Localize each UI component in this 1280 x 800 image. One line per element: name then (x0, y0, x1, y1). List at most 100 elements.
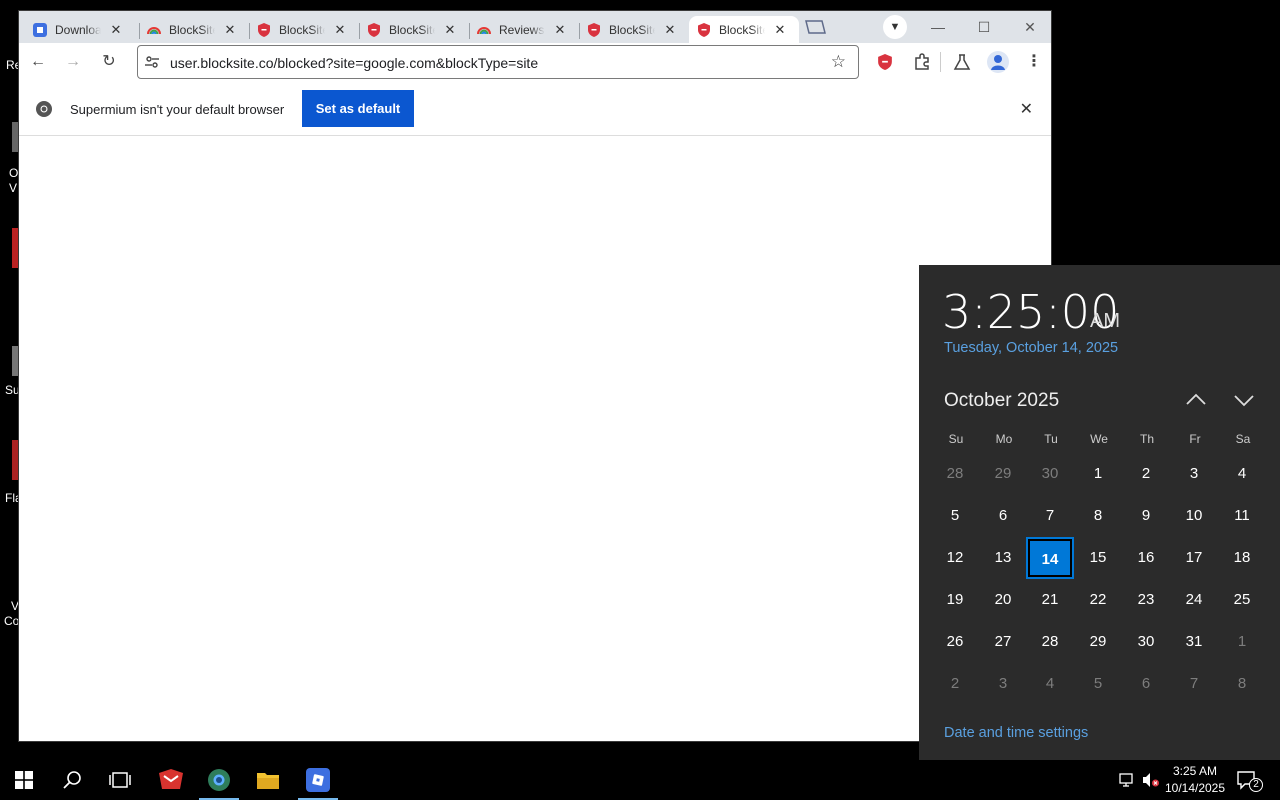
close-icon[interactable]: ✕ (553, 22, 567, 38)
close-icon[interactable]: ✕ (1020, 99, 1033, 119)
address-bar[interactable]: user.blocksite.co/blocked?site=google.co… (137, 45, 859, 79)
calendar-day[interactable]: 7 (1172, 665, 1216, 703)
calendar-day[interactable]: 4 (1220, 455, 1264, 493)
tab-blocksite[interactable]: BlockSite ✕ (359, 16, 469, 43)
puzzle-icon (915, 53, 929, 70)
tray-clock-date[interactable]: 10/14/2025 (1164, 781, 1226, 795)
desktop-icon-label[interactable]: V (9, 181, 17, 195)
back-button[interactable]: ← (27, 51, 49, 73)
calendar-day[interactable]: 13 (981, 539, 1025, 577)
calendar-day[interactable]: 7 (1028, 497, 1072, 535)
tab-blocksite[interactable]: BlockSite ✕ (139, 16, 249, 43)
tab-search-button[interactable]: ▼ (883, 15, 907, 39)
calendar-day[interactable]: 30 (1028, 455, 1072, 493)
close-icon[interactable]: ✕ (443, 22, 457, 38)
calendar-day[interactable]: 24 (1172, 581, 1216, 619)
minimize-icon: — (931, 19, 945, 35)
tab-downloads[interactable]: Downloads ✕ (25, 16, 135, 43)
calendar-day[interactable]: 29 (1076, 623, 1120, 661)
calendar-day[interactable]: 28 (1028, 623, 1072, 661)
search-button[interactable] (48, 760, 96, 800)
calendar-day[interactable]: 1 (1220, 623, 1264, 661)
calendar-day[interactable]: 15 (1076, 539, 1120, 577)
url-text[interactable]: user.blocksite.co/blocked?site=google.co… (170, 55, 538, 71)
calendar-day[interactable]: 5 (933, 497, 977, 535)
tab-strip: Downloads ✕ BlockSite ✕ BlockSite ✕ Bloc… (19, 11, 1051, 43)
calendar-day[interactable]: 25 (1220, 581, 1264, 619)
new-tab-button[interactable] (803, 19, 827, 35)
calendar-day-today[interactable]: 14 (1026, 537, 1074, 579)
calendar-day[interactable]: 9 (1124, 497, 1168, 535)
calendar-day[interactable]: 12 (933, 539, 977, 577)
calendar-day[interactable]: 19 (933, 581, 977, 619)
calendar-day[interactable]: 30 (1124, 623, 1168, 661)
calendar-day[interactable]: 1 (1076, 455, 1120, 493)
blocksite-extension-button[interactable] (877, 53, 893, 71)
calendar-day[interactable]: 5 (1076, 665, 1120, 703)
calendar-day[interactable]: 11 (1220, 497, 1264, 535)
action-center-button[interactable]: 2 (1236, 770, 1264, 792)
profile-button[interactable] (987, 51, 1009, 73)
close-icon[interactable]: ✕ (223, 22, 237, 38)
extensions-button[interactable] (913, 53, 931, 71)
calendar-day[interactable]: 6 (981, 497, 1025, 535)
calendar-day[interactable]: 16 (1124, 539, 1168, 577)
task-view-button[interactable] (96, 760, 144, 800)
calendar-day[interactable]: 17 (1172, 539, 1216, 577)
calendar-day[interactable]: 2 (933, 665, 977, 703)
taskbar-app-supermium[interactable] (195, 760, 243, 800)
tab-blocksite-active[interactable]: BlockSite ✕ (689, 16, 799, 43)
calendar-day[interactable]: 6 (1124, 665, 1168, 703)
weekday-header: Th (1139, 432, 1154, 446)
calendar-day[interactable]: 18 (1220, 539, 1264, 577)
tab-reviews[interactable]: Reviews ✕ (469, 16, 579, 43)
close-icon[interactable]: ✕ (333, 22, 347, 38)
close-window-button[interactable]: ✕ (1015, 17, 1045, 37)
calendar-day[interactable]: 20 (981, 581, 1025, 619)
desktop-icon-label[interactable]: O (9, 166, 18, 180)
menu-button[interactable]: ⋮ (1023, 51, 1045, 73)
long-date-link[interactable]: Tuesday, October 14, 2025 (944, 340, 1118, 356)
calendar-day[interactable]: 29 (981, 455, 1025, 493)
calendar-day[interactable]: 26 (933, 623, 977, 661)
close-icon[interactable]: ✕ (773, 22, 787, 38)
calendar-day[interactable]: 2 (1124, 455, 1168, 493)
set-as-default-button[interactable]: Set as default (302, 90, 414, 127)
calendar-day[interactable]: 10 (1172, 497, 1216, 535)
calendar-day[interactable]: 3 (981, 665, 1025, 703)
bookmark-star-icon[interactable]: ☆ (831, 52, 846, 72)
date-time-settings-link[interactable]: Date and time settings (944, 725, 1088, 741)
labs-button[interactable] (953, 53, 971, 71)
calendar-day[interactable]: 8 (1220, 665, 1264, 703)
calendar-day[interactable]: 8 (1076, 497, 1120, 535)
close-icon[interactable]: ✕ (663, 22, 677, 38)
toolbar-divider (940, 52, 941, 72)
calendar-day[interactable]: 27 (981, 623, 1025, 661)
tray-clock-time[interactable]: 3:25 AM (1168, 764, 1222, 778)
calendar-day[interactable]: 31 (1172, 623, 1216, 661)
taskbar-app-file-explorer[interactable] (244, 760, 292, 800)
network-tray-button[interactable] (1118, 772, 1136, 788)
taskbar-app-foxit[interactable] (147, 760, 195, 800)
calendar-day[interactable]: 22 (1076, 581, 1120, 619)
calendar-day[interactable]: 21 (1028, 581, 1072, 619)
minimize-button[interactable]: — (923, 17, 953, 37)
reload-button[interactable]: ↻ (98, 51, 120, 73)
tab-blocksite[interactable]: BlockSite ✕ (579, 16, 689, 43)
chevron-down-icon (1234, 395, 1254, 407)
close-icon[interactable]: ✕ (109, 22, 123, 38)
prev-month-button[interactable] (1184, 391, 1208, 409)
tab-blocksite[interactable]: BlockSite ✕ (249, 16, 359, 43)
month-title[interactable]: October 2025 (944, 390, 1059, 412)
maximize-icon: ☐ (977, 19, 991, 35)
calendar-day[interactable]: 28 (933, 455, 977, 493)
calendar-day[interactable]: 23 (1124, 581, 1168, 619)
next-month-button[interactable] (1232, 391, 1256, 409)
calendar-day[interactable]: 3 (1172, 455, 1216, 493)
calendar-day[interactable]: 4 (1028, 665, 1072, 703)
forward-button[interactable]: → (62, 51, 84, 73)
maximize-button[interactable]: ☐ (969, 17, 999, 37)
taskbar-app-roblox[interactable] (294, 760, 342, 800)
start-button[interactable] (0, 760, 48, 800)
volume-tray-button[interactable] (1142, 772, 1160, 788)
